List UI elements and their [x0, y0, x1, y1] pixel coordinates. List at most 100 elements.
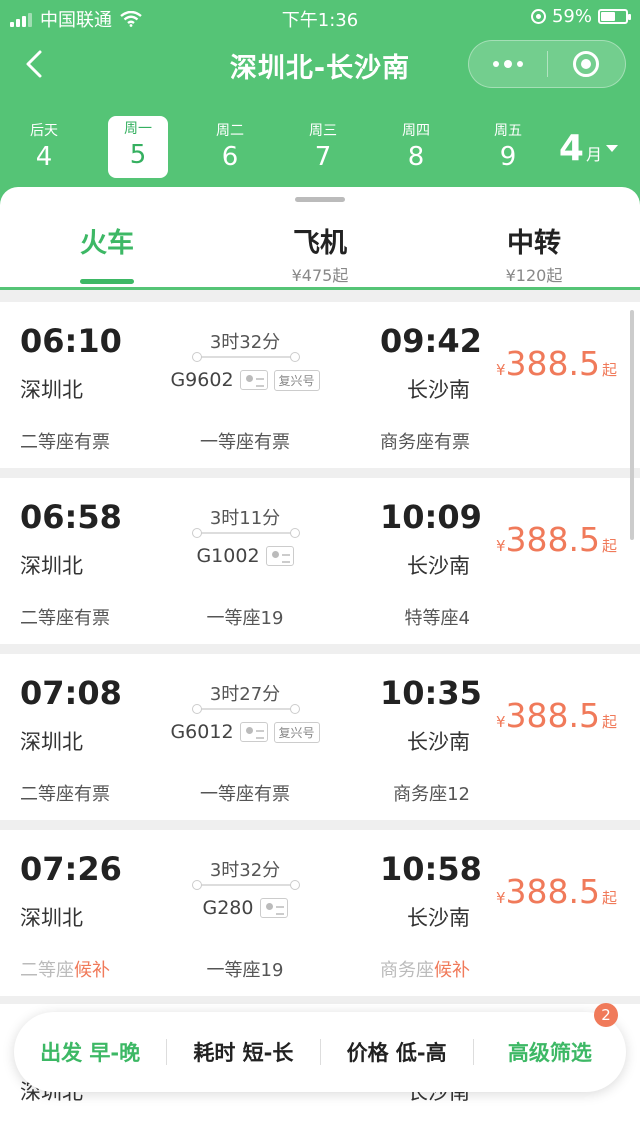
train-card[interactable]: 06:10 深圳北 3时32分 G9602 复兴号 09:42 长沙南 ¥388… — [0, 302, 640, 468]
seat-availability: 一等座有票 — [200, 432, 290, 453]
train-number: G9602 — [170, 369, 234, 391]
route-line — [192, 352, 300, 362]
price-currency: ¥ — [496, 361, 506, 379]
date-item[interactable]: 周三 7 — [293, 118, 353, 180]
price-amount: 388.5 — [505, 520, 601, 559]
tab-underline — [80, 279, 134, 284]
battery-fill — [601, 12, 616, 21]
train-card[interactable]: 07:26 深圳北 3时32分 G280 10:58 长沙南 ¥388.5 起 二… — [0, 830, 640, 996]
fuxing-badge: 复兴号 — [273, 721, 320, 743]
seat-availability: 一等座19 — [206, 960, 284, 981]
month-unit: 月 — [585, 145, 602, 164]
arrive-station: 长沙南 — [407, 554, 470, 578]
date-item[interactable]: 后天 4 — [14, 118, 74, 180]
filter-price-order[interactable]: 价格 低-高 — [321, 1037, 473, 1067]
train-card[interactable]: 07:08 深圳北 3时27分 G6012 复兴号 10:35 长沙南 ¥388… — [0, 654, 640, 820]
fuxing-badge: 复兴号 — [273, 369, 320, 391]
price: ¥388.5 起 — [496, 872, 617, 911]
depart-station: 深圳北 — [20, 554, 83, 578]
seat-availability: 二等座有票 — [20, 784, 110, 805]
seat-availability: 一等座19 — [206, 608, 284, 629]
tab-label: 火车 — [80, 228, 134, 259]
train-number: G1002 — [196, 545, 260, 567]
tab-label: 飞机 — [293, 228, 347, 259]
seat-availability: 特等座4 — [404, 608, 470, 629]
tab-transfer[interactable]: 中转 ¥120起 — [454, 221, 614, 286]
train-info: G1002 — [160, 545, 330, 567]
arrive-time: 10:58 — [380, 850, 482, 888]
train-card[interactable]: 06:58 深圳北 3时11分 G1002 10:09 长沙南 ¥388.5 起 … — [0, 478, 640, 644]
date-weekday: 周一 — [124, 121, 152, 137]
date-item[interactable]: 周五 9 — [478, 118, 538, 180]
date-item[interactable]: 周二 6 — [200, 118, 260, 180]
price-currency: ¥ — [496, 889, 506, 907]
date-weekday: 周二 — [216, 123, 244, 139]
date-item[interactable]: 周四 8 — [386, 118, 446, 180]
duration: 3时32分 — [209, 332, 281, 353]
arrive-time: 10:35 — [380, 674, 482, 712]
date-weekday: 后天 — [30, 123, 58, 139]
seat-availability: 二等座有票 — [20, 432, 110, 453]
train-number: G280 — [202, 897, 254, 919]
scrollbar[interactable] — [630, 310, 634, 540]
date-selector: 后天 4 周一 5 周二 6 周三 7 周四 8 周五 9 4 月 — [0, 112, 640, 182]
train-number: G6012 — [170, 721, 234, 743]
filter-bar: 出发 早-晚 耗时 短-长 价格 低-高 高级筛选 2 — [14, 1003, 626, 1092]
date-day: 5 — [129, 140, 147, 170]
price-amount: 388.5 — [505, 344, 601, 383]
battery-icon — [598, 9, 631, 24]
price-amount: 388.5 — [505, 696, 601, 735]
tab-flight[interactable]: 飞机 ¥475起 — [240, 221, 400, 286]
filter-advanced-label: 高级筛选 — [507, 1041, 592, 1065]
price-currency: ¥ — [496, 537, 506, 555]
tab-train[interactable]: 火车 — [27, 221, 187, 260]
date-day: 9 — [499, 142, 517, 172]
seat-availability: 二等座候补 — [20, 960, 110, 981]
arrive-station: 长沙南 — [407, 730, 470, 754]
depart-station: 深圳北 — [20, 906, 83, 930]
battery-percent: 59% — [551, 6, 592, 27]
depart-time: 07:26 — [20, 850, 122, 888]
price: ¥388.5 起 — [496, 696, 617, 735]
id-card-icon — [239, 370, 268, 390]
route-line — [192, 880, 300, 890]
price-currency: ¥ — [496, 713, 506, 731]
filter-duration-order[interactable]: 耗时 短-长 — [167, 1037, 319, 1067]
seat-availability: 商务座候补 — [380, 960, 470, 981]
tab-price: ¥475起 — [291, 266, 349, 285]
status-right: 59% — [530, 6, 631, 27]
drag-handle[interactable] — [295, 197, 345, 202]
date-weekday: 周五 — [494, 123, 522, 139]
seat-availability: 一等座有票 — [200, 784, 290, 805]
duration: 3时27分 — [209, 684, 281, 705]
depart-time: 06:10 — [20, 322, 122, 360]
date-day: 7 — [314, 142, 332, 172]
route-line — [192, 704, 300, 714]
target-circle-icon — [573, 51, 600, 77]
duration: 3时32分 — [209, 860, 281, 881]
status-bar: 中国联通 下午1:36 59% — [0, 0, 640, 34]
transport-tabs: 火车 飞机 ¥475起 中转 ¥120起 — [0, 187, 640, 287]
filter-count-badge: 2 — [594, 1003, 618, 1027]
date-day: 8 — [407, 142, 425, 172]
price: ¥388.5 起 — [496, 520, 617, 559]
arrive-station: 长沙南 — [407, 906, 470, 930]
seat-availability: 商务座12 — [393, 784, 470, 805]
date-item-selected[interactable]: 周一 5 — [108, 116, 168, 178]
train-info: G9602 复兴号 — [160, 369, 330, 391]
filter-depart-order[interactable]: 出发 早-晚 — [14, 1037, 166, 1067]
filter-advanced[interactable]: 高级筛选 2 — [474, 1003, 626, 1067]
depart-time: 06:58 — [20, 498, 122, 536]
depart-station: 深圳北 — [20, 378, 83, 402]
orientation-lock-icon — [530, 9, 546, 24]
price-suffix: 起 — [602, 713, 618, 731]
price-suffix: 起 — [602, 889, 618, 907]
month-picker[interactable]: 4 月 — [559, 128, 618, 169]
duration: 3时11分 — [209, 508, 281, 529]
seat-availability: 二等座有票 — [20, 608, 110, 629]
close-miniprogram-button[interactable] — [548, 41, 626, 87]
date-day: 4 — [35, 142, 53, 172]
arrive-station: 长沙南 — [407, 378, 470, 402]
tab-price: ¥120起 — [505, 266, 563, 285]
more-button[interactable] — [469, 41, 547, 87]
